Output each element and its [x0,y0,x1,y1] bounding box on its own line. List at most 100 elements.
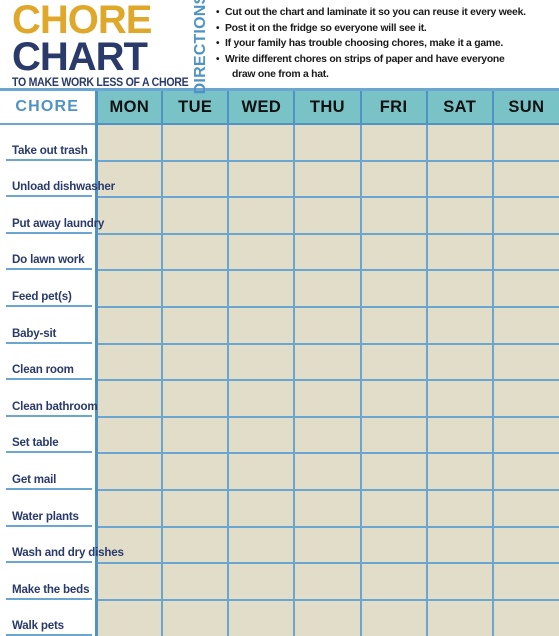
checkbox-cell-mon[interactable] [96,343,164,382]
checkbox-cell-sun[interactable] [492,343,559,382]
directions-item-continued: draw one from a hat. [232,69,329,81]
checkbox-cell-tue[interactable] [162,233,230,272]
checkbox-cell-tue[interactable] [162,124,230,162]
checkbox-cell-thu[interactable] [294,380,362,418]
checkbox-cell-sat[interactable] [426,599,494,636]
checkbox-cell-fri[interactable] [360,380,428,418]
checkbox-cell-tue[interactable] [162,343,230,382]
checkbox-cell-mon[interactable] [96,197,164,235]
checkbox-cell-sun[interactable] [492,124,559,162]
checkbox-cell-sat[interactable] [426,197,494,235]
checkbox-cell-mon[interactable] [96,124,164,162]
checkbox-cell-tue[interactable] [162,160,230,199]
checkbox-cell-mon[interactable] [96,489,164,528]
checkbox-cell-fri[interactable] [360,233,428,272]
checkbox-cell-wed[interactable] [228,124,296,162]
checkbox-cell-fri[interactable] [360,416,428,455]
checkbox-cell-tue[interactable] [162,416,230,455]
checkbox-cell-wed[interactable] [228,453,296,491]
checkbox-cell-tue[interactable] [162,270,230,308]
checkbox-cell-wed[interactable] [228,306,296,345]
checkbox-cell-sat[interactable] [426,306,494,345]
checkbox-cell-mon[interactable] [96,453,164,491]
checkbox-cell-sat[interactable] [426,563,494,601]
checkbox-cell-mon[interactable] [96,306,164,345]
checkbox-cell-mon[interactable] [96,563,164,601]
checkbox-cell-wed[interactable] [228,380,296,418]
checkbox-cell-mon[interactable] [96,270,164,308]
checkbox-cell-thu[interactable] [294,489,362,528]
checkbox-cell-tue[interactable] [162,380,230,418]
checkbox-cell-sat[interactable] [426,233,494,272]
checkbox-cell-fri[interactable] [360,306,428,345]
checkbox-cell-thu[interactable] [294,233,362,272]
checkbox-cell-tue[interactable] [162,453,230,491]
checkbox-cell-sun[interactable] [492,563,559,601]
checkbox-cell-sat[interactable] [426,270,494,308]
checkbox-cell-thu[interactable] [294,599,362,636]
checkbox-cell-sun[interactable] [492,453,559,491]
checkbox-cell-tue[interactable] [162,599,230,636]
checkbox-cell-sat[interactable] [426,343,494,382]
checkbox-cell-mon[interactable] [96,416,164,455]
checkbox-cell-thu[interactable] [294,306,362,345]
checkbox-cell-fri[interactable] [360,453,428,491]
checkbox-cell-mon[interactable] [96,233,164,272]
checkbox-cell-sat[interactable] [426,526,494,565]
checkbox-cell-fri[interactable] [360,197,428,235]
checkbox-cell-sun[interactable] [492,197,559,235]
checkbox-cell-sat[interactable] [426,160,494,199]
checkbox-cell-wed[interactable] [228,160,296,199]
checkbox-cell-sun[interactable] [492,270,559,308]
checkbox-cell-mon[interactable] [96,380,164,418]
checkbox-cell-sat[interactable] [426,124,494,162]
checkbox-cell-sun[interactable] [492,380,559,418]
checkbox-cell-fri[interactable] [360,599,428,636]
checkbox-cell-fri[interactable] [360,563,428,601]
checkbox-cell-thu[interactable] [294,453,362,491]
table-row: Feed pet(s) [0,270,559,308]
checkbox-cell-tue[interactable] [162,489,230,528]
checkbox-cell-thu[interactable] [294,416,362,455]
checkbox-cell-tue[interactable] [162,526,230,565]
checkbox-cell-wed[interactable] [228,599,296,636]
checkbox-cell-sun[interactable] [492,599,559,636]
checkbox-cell-thu[interactable] [294,160,362,199]
checkbox-cell-thu[interactable] [294,124,362,162]
checkbox-cell-thu[interactable] [294,270,362,308]
checkbox-cell-sun[interactable] [492,489,559,528]
checkbox-cell-fri[interactable] [360,124,428,162]
checkbox-cell-fri[interactable] [360,526,428,565]
checkbox-cell-wed[interactable] [228,233,296,272]
checkbox-cell-wed[interactable] [228,563,296,601]
checkbox-cell-sun[interactable] [492,233,559,272]
checkbox-cell-sun[interactable] [492,526,559,565]
checkbox-cell-sun[interactable] [492,416,559,455]
directions-vertical-label: DIRECTIONS [190,0,212,94]
checkbox-cell-wed[interactable] [228,526,296,565]
checkbox-cell-sat[interactable] [426,489,494,528]
checkbox-cell-wed[interactable] [228,197,296,235]
checkbox-cell-wed[interactable] [228,416,296,455]
checkbox-cell-mon[interactable] [96,599,164,636]
checkbox-cell-fri[interactable] [360,160,428,199]
checkbox-cell-thu[interactable] [294,526,362,565]
checkbox-cell-tue[interactable] [162,306,230,345]
checkbox-cell-fri[interactable] [360,489,428,528]
checkbox-cell-sun[interactable] [492,306,559,345]
checkbox-cell-wed[interactable] [228,489,296,528]
checkbox-cell-thu[interactable] [294,563,362,601]
checkbox-cell-tue[interactable] [162,563,230,601]
checkbox-cell-fri[interactable] [360,270,428,308]
checkbox-cell-fri[interactable] [360,343,428,382]
checkbox-cell-thu[interactable] [294,343,362,382]
checkbox-cell-wed[interactable] [228,270,296,308]
checkbox-cell-wed[interactable] [228,343,296,382]
checkbox-cell-sat[interactable] [426,380,494,418]
checkbox-cell-sun[interactable] [492,160,559,199]
checkbox-cell-tue[interactable] [162,197,230,235]
chart-header: CHORE CHART TO MAKE WORK LESS OF A CHORE… [0,0,559,94]
checkbox-cell-sat[interactable] [426,416,494,455]
checkbox-cell-thu[interactable] [294,197,362,235]
checkbox-cell-sat[interactable] [426,453,494,491]
